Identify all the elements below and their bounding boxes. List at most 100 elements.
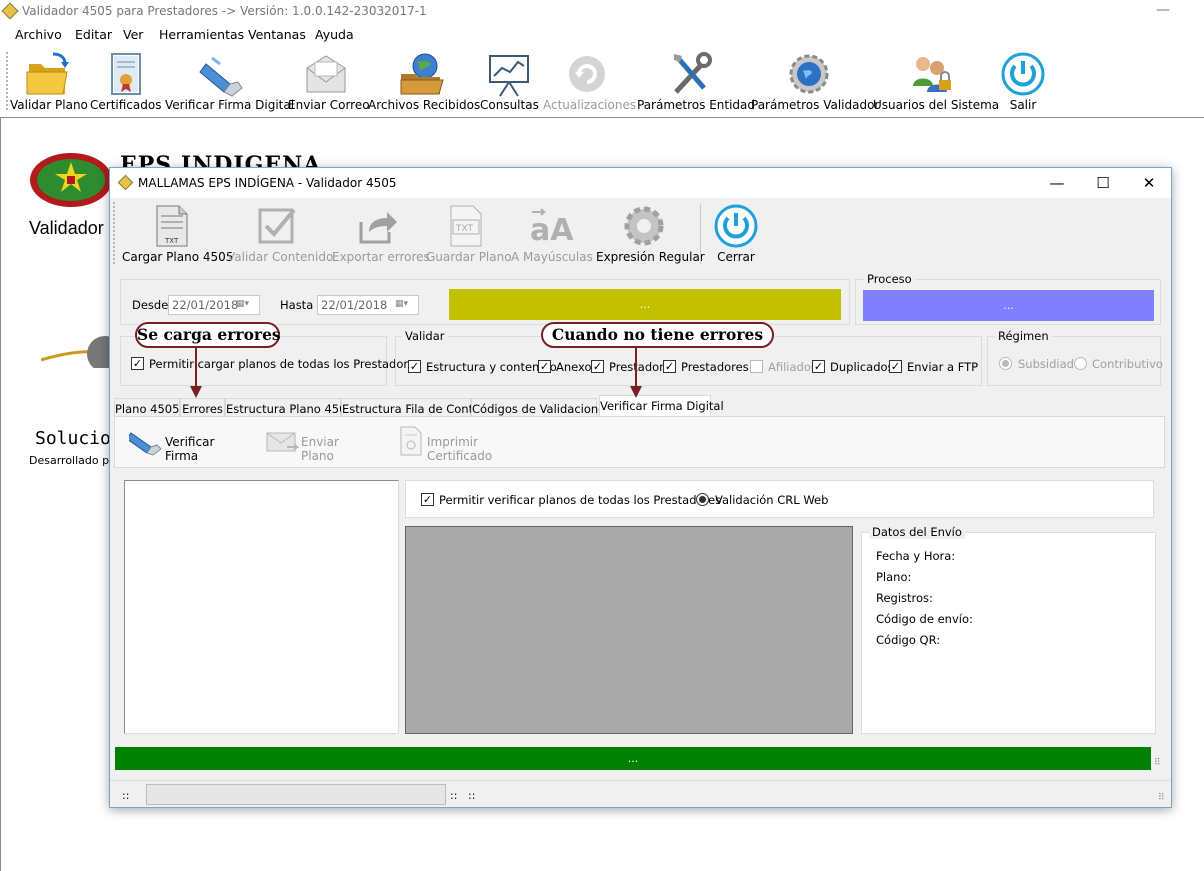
tab-panel-toolbar: Verificar Firma Enviar Plano Imprimir Ce… — [114, 416, 1165, 468]
toolbar-grip[interactable] — [113, 202, 115, 264]
hasta-label: Hasta — [280, 298, 314, 312]
calendar-dropdown-icon[interactable]: ▦▾ — [236, 299, 256, 311]
uppercase-icon: aA — [530, 208, 574, 248]
toolbar-label: Exportar errores — [332, 250, 430, 264]
salir-button[interactable]: Salir — [997, 46, 1049, 116]
menu-ayuda[interactable]: Ayuda — [315, 27, 354, 42]
enviar-plano-button[interactable]: Enviar Plano — [265, 425, 375, 463]
prestadores-checkbox[interactable]: ✓ — [663, 360, 676, 373]
permitir-cargar-label: Permitir cargar planos de todas los Pres… — [149, 357, 421, 371]
qr-preview-area — [405, 526, 853, 734]
menu-editar[interactable]: Editar — [75, 27, 112, 42]
tab-plano-4505[interactable]: Plano 4505 — [114, 398, 180, 418]
menu-ver[interactable]: Ver — [123, 27, 143, 42]
desde-date-picker[interactable]: 22/01/2018 ▦▾ — [168, 295, 260, 315]
estructura-checkbox[interactable]: ✓ — [408, 360, 421, 373]
afiliados-label: Afiliados — [768, 360, 817, 374]
resize-grip-icon[interactable]: ⠿ — [1154, 758, 1161, 768]
export-icon — [359, 212, 397, 244]
usuarios-sistema-button[interactable]: Usuarios del Sistema — [873, 46, 999, 116]
annotation-arrow-line — [635, 348, 637, 386]
verificar-firma-digital-button[interactable]: Verificar Firma Digital — [165, 46, 295, 116]
verificar-firma-label: Verificar Firma — [165, 435, 215, 463]
menu-ventanas[interactable]: Ventanas — [248, 27, 306, 42]
validar-contenido-button[interactable]: Validar Contenido — [227, 200, 333, 268]
update-icon — [569, 56, 605, 92]
exportar-errores-button[interactable]: Exportar errores — [332, 200, 430, 268]
tab-errores[interactable]: Errores — [180, 398, 225, 418]
toolbar-label: Actualizaciones — [543, 98, 637, 112]
toolbar-grip[interactable] — [6, 52, 8, 110]
hasta-value: 22/01/2018 — [321, 298, 388, 312]
status-grip-left: :: — [122, 789, 130, 802]
status-strip: :: :: :: ⠿ — [110, 780, 1171, 807]
actualizaciones-button[interactable]: Actualizaciones — [543, 46, 637, 116]
plano-label: Plano: — [876, 570, 912, 584]
permitir-verificar-label: Permitir verificar planos de todas los P… — [439, 493, 722, 507]
toolbar-label: Consultas — [480, 98, 539, 112]
soluciones-text: Solucio — [35, 428, 111, 449]
contributivo-radio[interactable] — [1074, 357, 1087, 370]
file-list[interactable] — [124, 480, 399, 734]
svg-text:aA: aA — [530, 213, 574, 248]
permitir-verificar-checkbox[interactable]: ✓ — [421, 493, 434, 506]
toolbar-label: Certificados — [90, 98, 162, 112]
menu-archivo[interactable]: Archivo — [15, 27, 62, 42]
anexo-checkbox[interactable]: ✓ — [538, 360, 551, 373]
guardar-plano-button[interactable]: TXT Guardar Plano — [426, 200, 512, 268]
toolbar-label: Guardar Plano — [426, 250, 512, 264]
enviar-correo-button[interactable]: Enviar Correo — [288, 46, 370, 116]
child-title-bar: MALLAMAS EPS INDÍGENA - Validador 4505 —… — [110, 168, 1171, 198]
imprimir-certificado-button[interactable]: Imprimir Certificado — [397, 425, 547, 463]
validador-child-window: MALLAMAS EPS INDÍGENA - Validador 4505 —… — [109, 167, 1172, 808]
main-title-bar: Validador 4505 para Prestadores -> Versi… — [0, 0, 1204, 24]
parametros-entidad-button[interactable]: Parámetros Entidad — [637, 46, 755, 116]
certificados-button[interactable]: Certificados — [90, 46, 162, 116]
enviar-ftp-checkbox[interactable]: ✓ — [889, 360, 902, 373]
expresion-regular-button[interactable]: Expresión Regular — [596, 200, 705, 268]
validar-plano-button[interactable]: Validar Plano — [10, 46, 88, 116]
svg-text:TXT: TXT — [164, 237, 179, 245]
parametros-validador-button[interactable]: Parámetros Validador — [751, 46, 879, 116]
prestador-checkbox[interactable]: ✓ — [591, 360, 604, 373]
gear-globe-icon — [789, 54, 829, 94]
window-resize-grip-icon[interactable]: ⠿ — [1158, 793, 1165, 803]
cerrar-button[interactable]: Cerrar — [707, 200, 765, 268]
certificate-doc-icon — [400, 426, 422, 456]
anexo-label: Anexo — [556, 360, 592, 374]
tab-codigos-validaciones[interactable]: Códigos de Validaciones — [471, 398, 611, 418]
status-bar-yellow: ... — [449, 289, 841, 320]
archivos-recibidos-button[interactable]: Archivos Recibidos — [368, 46, 481, 116]
maximize-button[interactable]: ☐ — [1080, 172, 1126, 194]
toolbar-label: Validar Plano — [10, 98, 88, 112]
menu-herramientas[interactable]: Herramientas — [159, 27, 244, 42]
menu-bar: Archivo Editar Ver Herramientas Ventanas… — [0, 24, 1204, 46]
minimize-button[interactable]: — — [1034, 172, 1080, 194]
hasta-date-picker[interactable]: 22/01/2018 ▦▾ — [317, 295, 419, 315]
tab-estructura-plano[interactable]: Estructura Plano 4505 — [225, 398, 354, 418]
permitir-cargar-checkbox[interactable]: ✓ — [131, 357, 144, 370]
checkbox-icon — [258, 208, 296, 244]
validacion-crl-radio[interactable] — [696, 493, 709, 506]
toolbar-label: Salir — [1009, 98, 1037, 112]
afiliados-checkbox[interactable] — [750, 360, 763, 373]
toolbar-label: Archivos Recibidos — [368, 98, 481, 112]
annotation-arrow-line — [195, 348, 197, 386]
consultas-button[interactable]: Consultas — [480, 46, 539, 116]
subsidiado-radio[interactable] — [999, 357, 1012, 370]
calendar-dropdown-icon[interactable]: ▦▾ — [395, 299, 415, 311]
toolbar-label: Verificar Firma Digital — [165, 98, 295, 112]
verificar-firma-button[interactable]: Verificar Firma — [129, 425, 245, 463]
minimize-button[interactable]: — — [1156, 2, 1170, 18]
cargar-plano-button[interactable]: TXT Cargar Plano 4505 — [122, 200, 233, 268]
presentation-chart-icon — [489, 55, 529, 97]
toolbar-separator — [700, 204, 701, 264]
app-icon — [1, 2, 19, 20]
duplicados-checkbox[interactable]: ✓ — [812, 360, 825, 373]
tab-estructura-fila-control[interactable]: Estructura Fila de Control — [341, 398, 488, 418]
envelope-icon — [266, 432, 299, 452]
a-mayusculas-button[interactable]: aA A Mayúsculas — [511, 200, 593, 268]
close-button[interactable]: ✕ — [1126, 172, 1172, 194]
open-folder-icon — [26, 52, 69, 95]
enviar-ftp-label: Enviar a FTP — [907, 360, 979, 374]
